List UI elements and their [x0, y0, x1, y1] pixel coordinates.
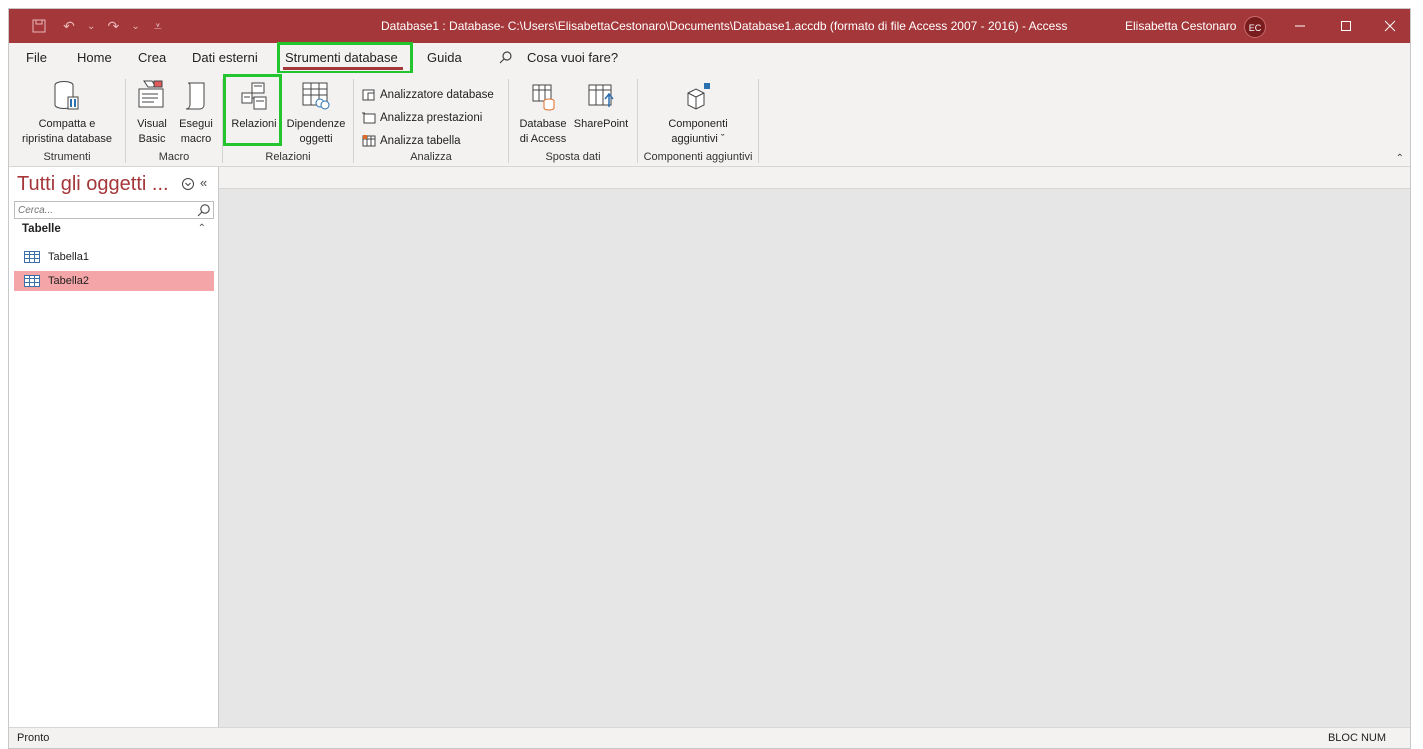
group-sposta-dati: Database di Access SharePoint Sposta dat… [509, 77, 637, 165]
tab-dati-esterni[interactable]: Dati esterni [192, 43, 258, 73]
tab-file[interactable]: File [26, 43, 47, 73]
analyze-table-icon [362, 135, 376, 147]
dipendenze-label: Dipendenze oggetti [286, 118, 346, 145]
collapse-nav-icon[interactable]: « [200, 175, 207, 190]
access-database-icon [532, 84, 555, 111]
section-header-tabelle[interactable]: Tabelle ⌃ [22, 223, 214, 239]
access-window: ↶ ⌄ ↷ ⌄ ⩡ Database1 : Database- C:\Users… [8, 8, 1411, 749]
redo-icon[interactable]: ↷ [101, 14, 125, 38]
group-macro: Visual Basic Esegui macro Macro [126, 77, 222, 165]
table-icon [24, 251, 40, 263]
group-separator [758, 79, 759, 163]
run-macro-icon [185, 82, 205, 110]
num-lock-indicator: BLOC NUM [1327, 732, 1386, 744]
list-item-label: Tabella2 [48, 275, 89, 287]
componenti-aggiuntivi-button[interactable]: Componenti aggiuntivi ˇ [648, 77, 748, 147]
tab-guida[interactable]: Guida [427, 43, 462, 73]
add-ins-icon [687, 83, 710, 110]
save-icon[interactable] [27, 14, 51, 38]
object-dependencies-icon [302, 82, 330, 110]
group-label-strumenti: Strumenti [43, 151, 91, 163]
list-item-tabella1[interactable]: Tabella1 [14, 247, 214, 267]
visual-basic-icon [138, 80, 164, 108]
group-label-sposta-dati: Sposta dati [545, 151, 601, 163]
customize-qat-icon[interactable]: ⩡ [146, 14, 170, 38]
nav-search [14, 201, 214, 219]
document-tab-strip [219, 167, 1410, 189]
group-analizza: Analizzatore database Analizza prestazio… [354, 77, 508, 165]
tab-home[interactable]: Home [77, 43, 112, 73]
table-icon [24, 275, 40, 287]
analizza-tabella-label: Analizza tabella [380, 135, 461, 147]
compatta-button[interactable]: Compatta e ripristina database [11, 77, 123, 147]
redo-dropdown-icon[interactable]: ⌄ [131, 21, 139, 32]
status-bar: Pronto BLOC NUM [9, 727, 1410, 748]
componenti-aggiuntivi-label: Componenti aggiuntivi ˇ [668, 118, 728, 145]
compact-database-icon [54, 81, 79, 110]
sharepoint-icon [588, 84, 614, 107]
analizza-prestazioni-label: Analizza prestazioni [380, 112, 483, 124]
highlight-tab-box [277, 42, 413, 74]
visual-basic-label: Visual Basic [137, 118, 167, 145]
analizzatore-database-label: Analizzatore database [380, 89, 494, 101]
user-name[interactable]: Elisabetta Cestonaro [1125, 9, 1236, 43]
ribbon-tabs: File Home Crea Dati esterni Strumenti da… [9, 43, 1410, 73]
main-work-area [219, 167, 1410, 727]
database-documenter-icon [362, 89, 375, 101]
collapse-ribbon-icon[interactable]: ⌃ [1396, 153, 1404, 164]
dipendenze-button[interactable]: Dipendenze oggetti [283, 77, 349, 147]
database-access-button[interactable]: Database di Access [515, 77, 571, 147]
sharepoint-label: SharePoint [573, 118, 629, 130]
analizzatore-database-button[interactable]: Analizzatore database [362, 85, 494, 105]
group-label-componenti: Componenti aggiuntivi [643, 151, 753, 163]
analyze-performance-icon [362, 112, 376, 124]
quick-access-toolbar: ↶ ⌄ ↷ ⌄ ⩡ [27, 9, 170, 43]
visual-basic-button[interactable]: Visual Basic [132, 77, 172, 147]
database-access-label: Database di Access [519, 118, 567, 145]
minimize-button[interactable] [1277, 9, 1323, 43]
group-strumenti: Compatta e ripristina database Strumenti [9, 77, 125, 165]
highlight-relazioni-box [223, 74, 282, 146]
undo-dropdown-icon[interactable]: ⌄ [87, 21, 95, 32]
search-icon [499, 51, 512, 64]
nav-menu-dropdown-icon[interactable] [181, 177, 195, 191]
group-label-analizza: Analizza [410, 151, 452, 163]
avatar[interactable]: EC [1244, 16, 1266, 38]
title-bar: ↶ ⌄ ↷ ⌄ ⩡ Database1 : Database- C:\Users… [9, 9, 1410, 43]
group-componenti: Componenti aggiuntivi ˇ Componenti aggiu… [638, 77, 758, 165]
undo-icon[interactable]: ↶ [57, 14, 81, 38]
tell-me-input[interactable]: Cosa vuoi fare? [527, 43, 618, 73]
maximize-button[interactable] [1323, 9, 1369, 43]
collapse-section-icon[interactable]: ⌃ [198, 223, 206, 234]
nav-pane-title[interactable]: Tutti gli oggetti ... [17, 173, 169, 196]
search-input[interactable] [15, 202, 195, 219]
navigation-pane: Tutti gli oggetti ... « Tabelle ⌃ Tabell… [9, 167, 219, 727]
section-title: Tabelle [22, 223, 61, 235]
sharepoint-button[interactable]: SharePoint [571, 77, 631, 132]
compatta-label: Compatta e ripristina database [22, 118, 112, 145]
status-text: Pronto [17, 732, 50, 744]
analizza-prestazioni-button[interactable]: Analizza prestazioni [362, 108, 482, 128]
analizza-tabella-button[interactable]: Analizza tabella [362, 131, 461, 151]
group-label-relazioni: Relazioni [265, 151, 311, 163]
list-item-label: Tabella1 [48, 251, 89, 263]
esegui-macro-label: Esegui macro [179, 118, 213, 145]
close-button[interactable] [1367, 9, 1410, 43]
esegui-macro-button[interactable]: Esegui macro [174, 77, 218, 147]
search-icon[interactable] [197, 203, 211, 217]
ribbon: Compatta e ripristina database Strumenti… [9, 73, 1410, 167]
group-label-macro: Macro [158, 151, 190, 163]
list-item-tabella2[interactable]: Tabella2 [14, 271, 214, 291]
window-title: Database1 : Database- C:\Users\Elisabett… [381, 19, 1068, 33]
tab-crea[interactable]: Crea [138, 43, 166, 73]
